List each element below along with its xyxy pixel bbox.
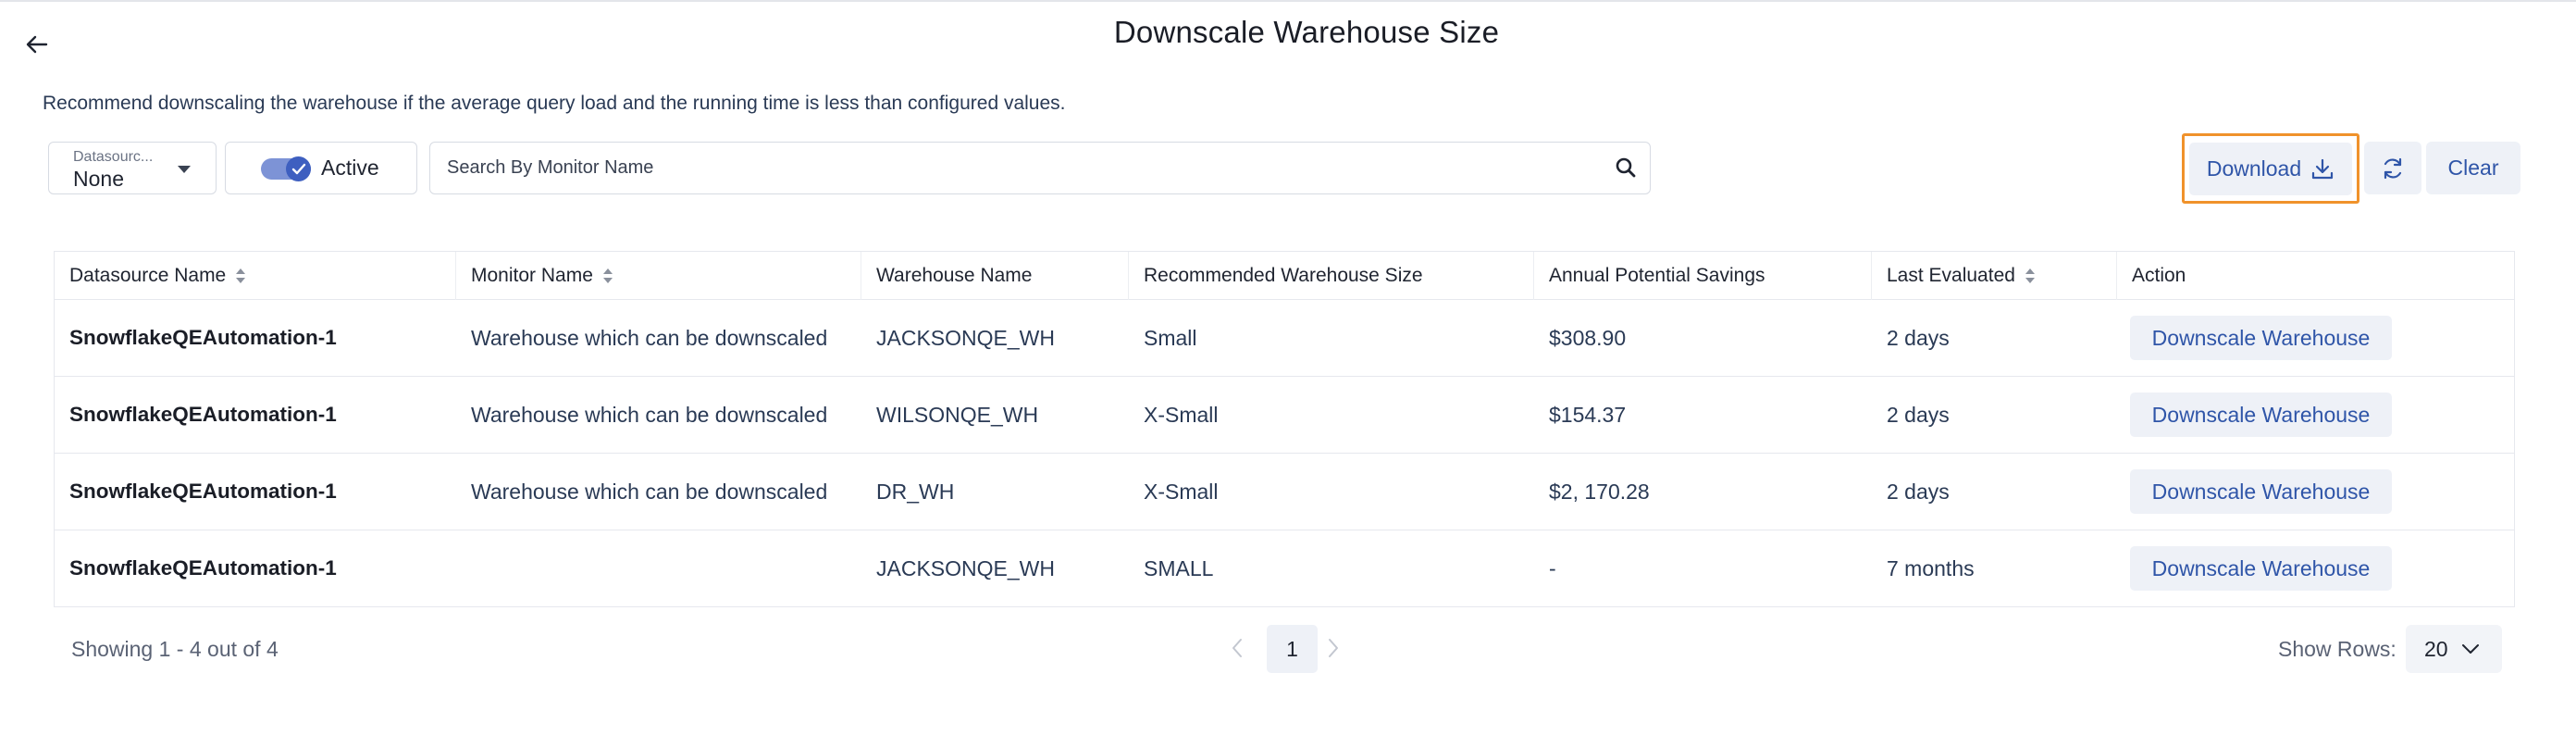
top-divider (0, 0, 2576, 2)
sort-icon (602, 268, 613, 284)
cell-monitor-name: Warehouse which can be downscaled (471, 325, 828, 350)
search-button[interactable] (1615, 156, 1637, 183)
cell-warehouse-name: DR_WH (876, 479, 955, 504)
cell-annual-savings: $308.90 (1549, 325, 1627, 350)
column-header-label: Warehouse Name (876, 265, 1033, 286)
column-header-label: Last Evaluated (1887, 265, 2015, 286)
download-button-label: Download (2206, 156, 2302, 181)
downscale-warehouse-button[interactable]: Downscale Warehouse (2130, 316, 2392, 360)
column-header-warehouse-name: Warehouse Name (861, 252, 1129, 300)
column-header-last-evaluated[interactable]: Last Evaluated (1872, 252, 2117, 300)
page-1-button[interactable]: 1 (1267, 625, 1318, 673)
column-header-label: Action (2132, 265, 2186, 286)
cell-annual-savings: $154.37 (1549, 402, 1627, 427)
cell-monitor-name: Warehouse which can be downscaled (471, 402, 828, 427)
cell-datasource-name: SnowflakeQEAutomation-1 (69, 480, 337, 503)
show-rows-label: Show Rows: (2278, 637, 2396, 661)
cell-last-evaluated: 2 days (1887, 325, 1950, 350)
search-icon (1616, 157, 1636, 178)
cell-monitor-name (456, 530, 861, 606)
cell-annual-savings: $2, 170.28 (1549, 479, 1650, 504)
cell-datasource-name: SnowflakeQEAutomation-1 (69, 326, 337, 349)
cell-action: Downscale Warehouse (2117, 377, 2514, 453)
cell-last-evaluated: 7 months (1887, 555, 1975, 580)
table-row: SnowflakeQEAutomation-1 Warehouse which … (55, 300, 2514, 377)
chevron-right-icon (1329, 639, 1338, 657)
cell-recommended-size: SMALL (1144, 555, 1214, 580)
toggle-knob (286, 156, 311, 181)
cell-last-evaluated: 2 days (1887, 402, 1950, 427)
column-header-recommended-size: Recommended Warehouse Size (1129, 252, 1534, 300)
cell-last-evaluated: 2 days (1887, 479, 1950, 504)
column-header-datasource-name[interactable]: Datasource Name (55, 252, 456, 300)
cell-warehouse-name: JACKSONQE_WH (876, 325, 1055, 350)
previous-page-button[interactable] (1231, 637, 1244, 664)
download-button-inner: Download (2189, 143, 2352, 195)
chevron-left-icon (1232, 639, 1242, 657)
caret-down-icon (178, 166, 191, 173)
next-page-button[interactable] (1327, 637, 1340, 664)
cell-action: Downscale Warehouse (2117, 300, 2514, 376)
sort-icon (235, 268, 246, 284)
downscale-warehouse-button[interactable]: Downscale Warehouse (2130, 469, 2392, 514)
table-header: Datasource Name Monitor Name Warehouse N… (55, 252, 2514, 300)
datasource-select[interactable]: Datasourc... None (48, 142, 217, 194)
column-header-label: Annual Potential Savings (1549, 265, 1765, 286)
table-row: SnowflakeQEAutomation-1 JACKSONQE_WH SMA… (55, 530, 2514, 607)
refresh-button[interactable] (2364, 142, 2421, 194)
column-header-action: Action (2117, 252, 2514, 300)
cell-annual-savings: - (1549, 555, 1556, 580)
column-header-monitor-name[interactable]: Monitor Name (456, 252, 861, 300)
active-toggle-label: Active (321, 156, 379, 180)
column-header-label: Recommended Warehouse Size (1144, 265, 1423, 286)
cell-action: Downscale Warehouse (2117, 454, 2514, 530)
download-button[interactable]: Download (2182, 133, 2359, 204)
column-header-label: Monitor Name (471, 265, 593, 286)
downscale-warehouse-button[interactable]: Downscale Warehouse (2130, 546, 2392, 591)
cell-recommended-size: Small (1144, 325, 1197, 350)
clear-button[interactable]: Clear (2426, 142, 2520, 194)
recommendations-table: Datasource Name Monitor Name Warehouse N… (54, 251, 2515, 607)
sort-icon (2025, 268, 2036, 284)
rows-per-page-value: 20 (2424, 636, 2448, 661)
cell-warehouse-name: WILSONQE_WH (876, 402, 1039, 427)
column-header-annual-savings: Annual Potential Savings (1534, 252, 1872, 300)
search-box (429, 142, 1651, 194)
check-icon (291, 163, 305, 174)
cell-datasource-name: SnowflakeQEAutomation-1 (69, 403, 337, 426)
chevron-down-icon (2461, 644, 2479, 654)
downscale-warehouse-button[interactable]: Downscale Warehouse (2130, 393, 2392, 437)
table-row: SnowflakeQEAutomation-1 Warehouse which … (55, 454, 2514, 530)
results-count: Showing 1 - 4 out of 4 (71, 637, 279, 661)
page-title: Downscale Warehouse Size (1113, 15, 1500, 49)
cell-warehouse-name: JACKSONQE_WH (876, 555, 1055, 580)
table-row: SnowflakeQEAutomation-1 Warehouse which … (55, 377, 2514, 454)
rows-per-page-select[interactable]: 20 (2406, 625, 2502, 673)
cell-recommended-size: X-Small (1144, 402, 1219, 427)
active-toggle-switch[interactable] (261, 156, 311, 181)
cell-action: Downscale Warehouse (2117, 530, 2514, 606)
datasource-select-label: Datasourc... (73, 149, 154, 165)
refresh-icon (2384, 157, 2402, 179)
cell-monitor-name: Warehouse which can be downscaled (471, 479, 828, 504)
column-header-label: Datasource Name (69, 265, 227, 286)
search-input[interactable] (447, 143, 1594, 193)
page-description: Recommend downscaling the warehouse if t… (43, 93, 1066, 114)
download-icon (2312, 158, 2334, 179)
datasource-select-value: None (73, 167, 124, 191)
cell-datasource-name: SnowflakeQEAutomation-1 (69, 556, 337, 580)
active-filter: Active (225, 142, 417, 194)
cell-recommended-size: X-Small (1144, 479, 1219, 504)
